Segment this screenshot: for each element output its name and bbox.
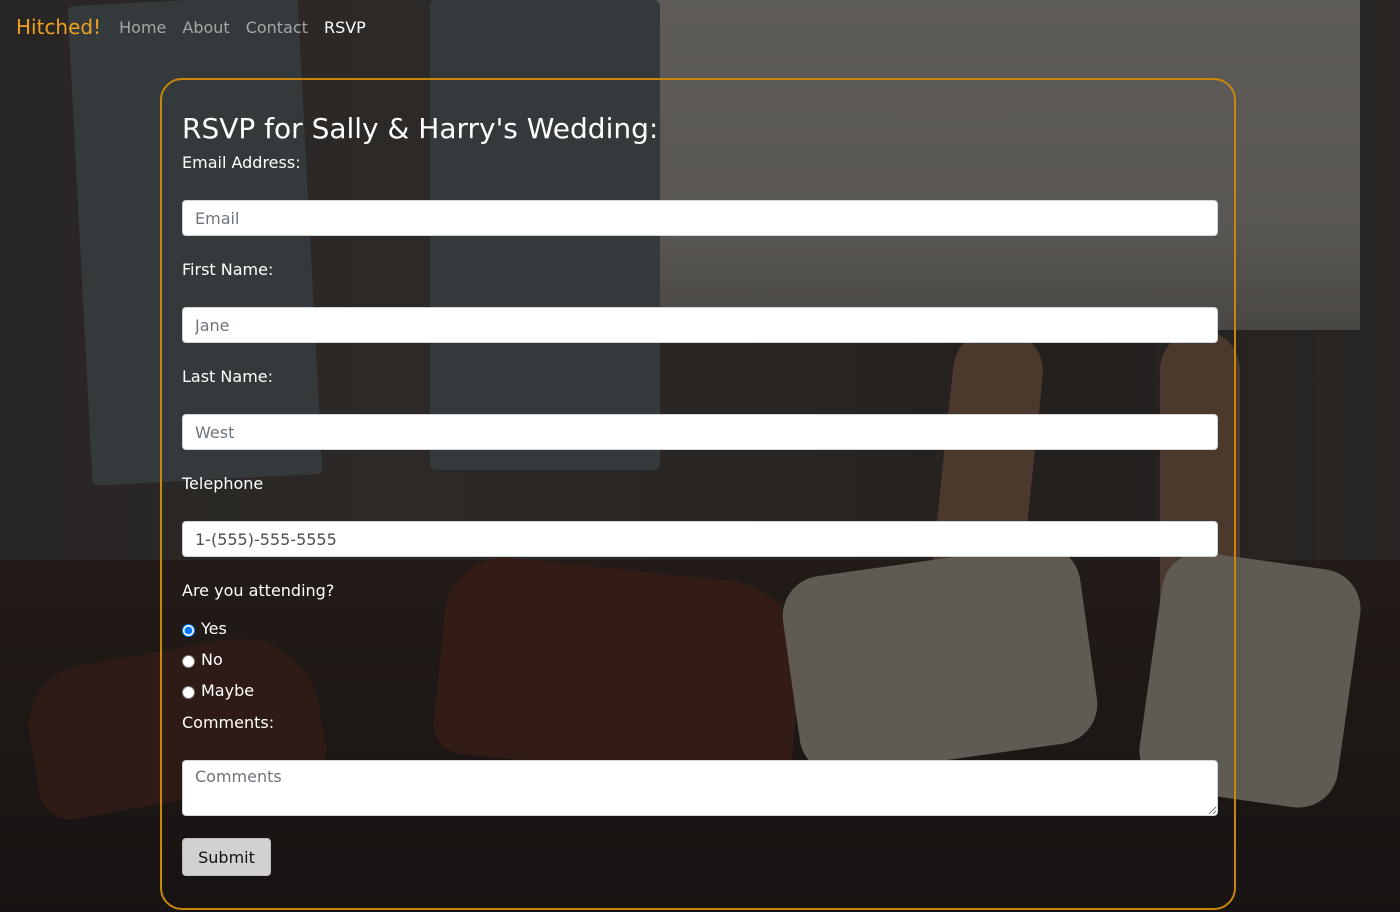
email-label: Email Address:: [182, 153, 301, 172]
top-navbar: Hitched! Home About Contact RSVP: [0, 0, 1400, 54]
nav-link-rsvp[interactable]: RSVP: [324, 18, 366, 37]
attending-option-no[interactable]: No: [182, 650, 223, 669]
submit-button[interactable]: Submit: [182, 838, 271, 876]
attending-option-yes[interactable]: Yes: [182, 619, 227, 638]
telephone-field[interactable]: [182, 521, 1218, 557]
rsvp-form-card: RSVP for Sally & Harry's Wedding: Email …: [160, 78, 1236, 910]
attending-radio-yes[interactable]: [182, 624, 195, 637]
brand-logo-link[interactable]: Hitched!: [16, 15, 101, 39]
attending-radio-no[interactable]: [182, 655, 195, 668]
nav-link-about[interactable]: About: [182, 18, 229, 37]
telephone-label: Telephone: [182, 474, 264, 493]
attending-option-maybe[interactable]: Maybe: [182, 681, 254, 700]
page-title: RSVP for Sally & Harry's Wedding:: [182, 112, 659, 145]
attending-label: Are you attending?: [182, 581, 335, 600]
attending-radio-maybe[interactable]: [182, 686, 195, 699]
nav-link-home[interactable]: Home: [119, 18, 166, 37]
nav-link-contact[interactable]: Contact: [246, 18, 308, 37]
attending-option-yes-label: Yes: [201, 619, 227, 638]
last-name-field[interactable]: [182, 414, 1218, 450]
comments-label: Comments:: [182, 713, 275, 732]
comments-field[interactable]: [182, 760, 1218, 816]
email-field[interactable]: [182, 200, 1218, 236]
last-name-label: Last Name:: [182, 367, 274, 386]
attending-option-no-label: No: [201, 650, 223, 669]
attending-option-maybe-label: Maybe: [201, 681, 255, 700]
first-name-field[interactable]: [182, 307, 1218, 343]
first-name-label: First Name:: [182, 260, 274, 279]
